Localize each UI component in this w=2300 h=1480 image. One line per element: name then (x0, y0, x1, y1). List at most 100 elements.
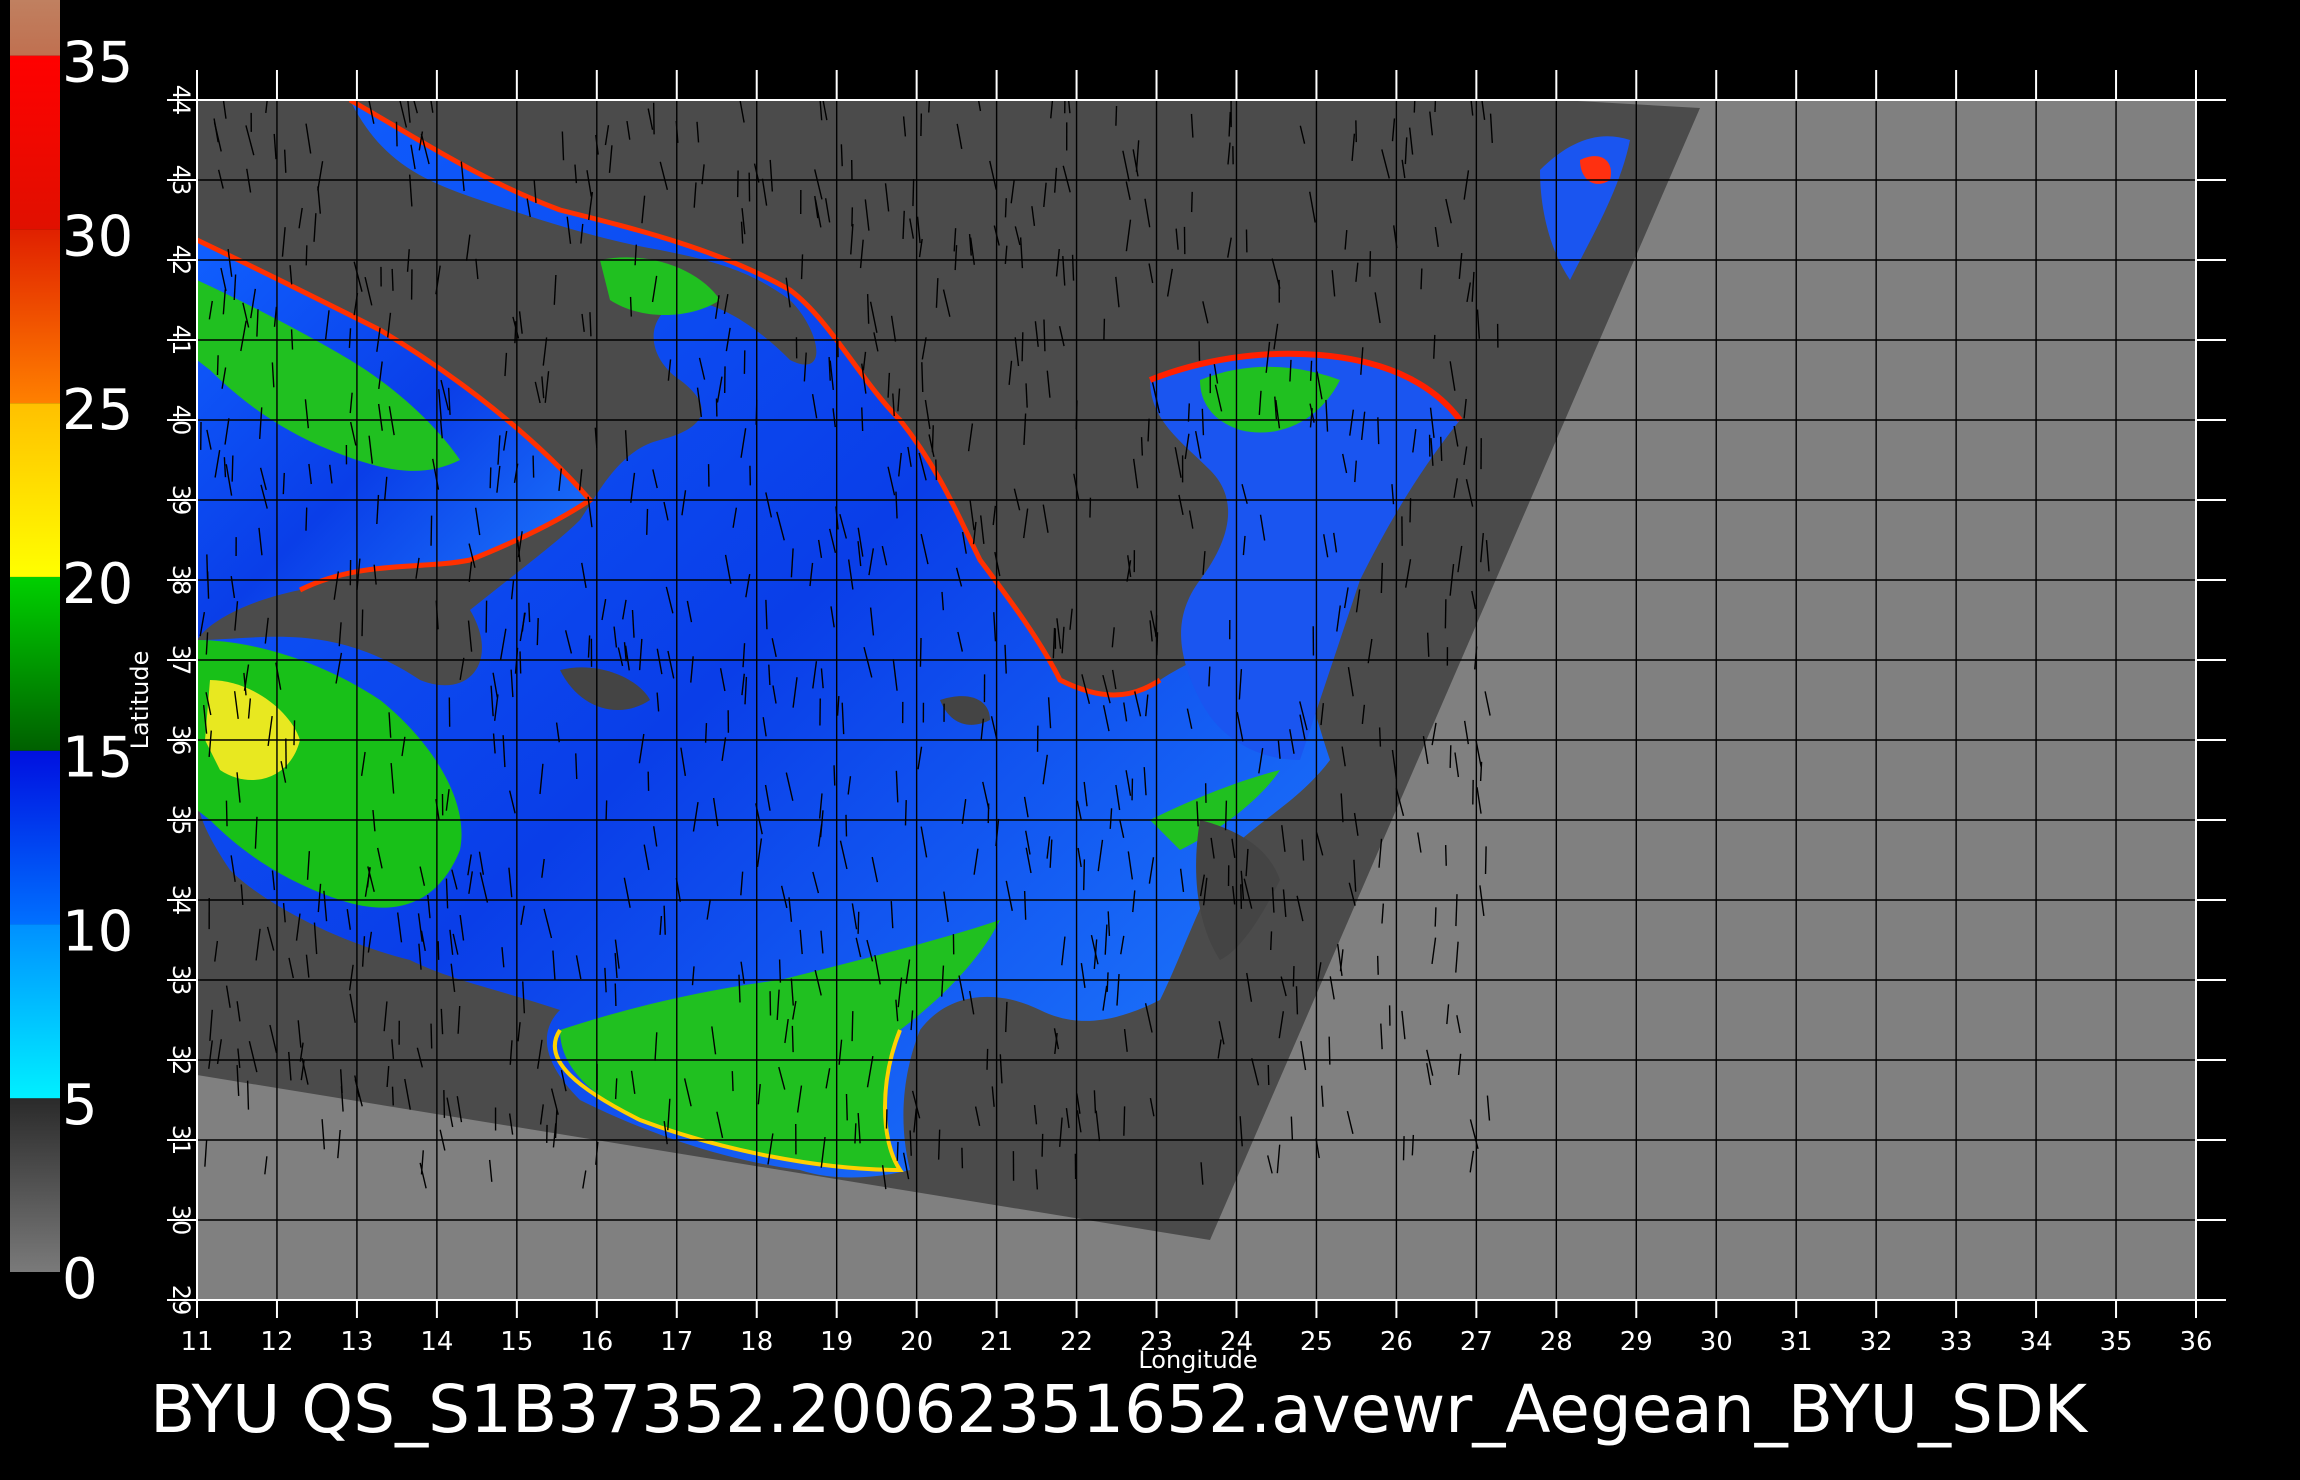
wind-vector (532, 455, 535, 478)
wind-vector (851, 1011, 854, 1042)
wind-vector (1147, 418, 1150, 442)
scatterometer-map-figure: 0 5 10 15 20 25 30 35 11 12 13 14 15 16 … (0, 0, 2300, 1480)
x-tick-label: 22 (1060, 1327, 1093, 1357)
wind-vector (246, 1080, 250, 1110)
wind-vector (1270, 931, 1273, 950)
wind-vector (519, 651, 522, 674)
wind-vector (1240, 884, 1243, 909)
x-tick-label: 14 (420, 1327, 453, 1357)
wind-vector (1187, 403, 1190, 422)
wind-vector (1376, 955, 1379, 975)
y-tick-label: 31 (167, 1125, 195, 1156)
y-tick-label: 38 (167, 565, 195, 596)
wind-vector (1309, 360, 1313, 381)
wind-vector (614, 983, 617, 1006)
wind-vector (861, 407, 864, 431)
x-tick-label: 11 (180, 1327, 213, 1357)
x-tick-label: 20 (900, 1327, 933, 1357)
y-tick-label: 40 (167, 405, 195, 436)
wind-vector (1140, 437, 1144, 456)
colorbar-segment (10, 750, 60, 925)
x-tick-label: 25 (1300, 1327, 1333, 1357)
wind-vector (605, 800, 608, 821)
y-tick-label: 44 (167, 85, 195, 116)
wind-vector (896, 1141, 899, 1161)
y-tick-label: 29 (167, 1285, 195, 1316)
wind-vector (778, 959, 782, 983)
wind-vector (1041, 1133, 1044, 1157)
wind-vector (791, 1025, 794, 1053)
wind-vector (731, 1071, 734, 1092)
wind-vector (840, 144, 843, 167)
wind-vector (1444, 845, 1447, 866)
x-tick-label: 30 (1700, 1327, 1733, 1357)
colorbar-label: 25 (62, 378, 133, 443)
wind-vector (935, 459, 938, 481)
wind-vector (1369, 251, 1372, 277)
figure-canvas: 05101520253035 11 12 13 14 15 16 17 18 1… (10, 0, 2226, 1448)
y-tick-label: 37 (167, 645, 195, 676)
wind-vector (1224, 800, 1228, 831)
wind-vector (206, 571, 210, 599)
colorbar-label: 5 (62, 1073, 98, 1138)
wind-vector (800, 254, 804, 280)
x-tick-label: 16 (580, 1327, 613, 1357)
colorbar-segment (10, 924, 60, 1099)
x-tick-label: 31 (1780, 1327, 1813, 1357)
y-tick-label: 39 (167, 485, 195, 516)
wind-vector (1082, 859, 1086, 891)
wind-vector (216, 355, 219, 375)
wind-vector (1295, 986, 1299, 1015)
wind-vector (1106, 972, 1109, 992)
x-tick-label: 36 (2179, 1327, 2212, 1357)
wind-vector (361, 609, 364, 637)
wind-vector (391, 268, 394, 291)
colorbar-label: 30 (62, 204, 133, 269)
y-axis-label: Latitude (126, 651, 154, 750)
y-tick-labels: 29 30 31 32 33 34 35 36 37 38 39 40 41 42 43 44 (167, 85, 195, 1316)
wind-vector (1420, 268, 1423, 290)
wind-vector (437, 941, 440, 960)
wind-vector (443, 1090, 446, 1118)
wind-vector (919, 638, 922, 667)
wind-vector (1208, 666, 1211, 687)
wind-vector (961, 1147, 964, 1169)
wind-vector (575, 753, 578, 780)
wind-vector (305, 507, 308, 531)
colorbar-segment (10, 229, 60, 404)
x-tick-label: 13 (340, 1327, 373, 1357)
wind-vector (1021, 332, 1024, 362)
wind-vector (1409, 498, 1412, 523)
colorbar-label: 20 (62, 552, 133, 617)
colorbar-segment (10, 0, 60, 56)
wind-vector (845, 814, 848, 837)
wind-vector (1380, 562, 1384, 594)
wind-vector (833, 765, 836, 786)
wind-vector (1267, 1064, 1270, 1086)
wind-vector (1292, 966, 1295, 987)
y-tick-label: 43 (167, 165, 195, 196)
wind-vector (845, 1093, 848, 1121)
wind-vector (1434, 907, 1437, 927)
x-tick-label: 28 (1540, 1327, 1573, 1357)
x-tick-label: 18 (740, 1327, 773, 1357)
x-tick-label: 33 (1940, 1327, 1973, 1357)
y-tick-label: 42 (167, 245, 195, 276)
x-tick-label: 19 (820, 1327, 853, 1357)
wind-vector (391, 1086, 394, 1106)
colorbar-label: 0 (62, 1247, 98, 1312)
y-tick-label: 36 (167, 725, 195, 756)
colorbar-segment (10, 55, 60, 230)
wind-vector (231, 455, 234, 482)
wind-vector (921, 362, 924, 393)
y-tick-label: 30 (167, 1205, 195, 1236)
wind-vector (536, 618, 539, 646)
x-tick-label: 35 (2099, 1327, 2132, 1357)
wind-vector (1004, 198, 1007, 218)
y-tick-label: 41 (167, 325, 195, 356)
y-tick-label: 34 (167, 885, 195, 916)
wind-vector (225, 800, 228, 827)
wind-vector (395, 121, 398, 147)
map-panel (197, 100, 2196, 1300)
wind-vector (1378, 727, 1382, 747)
